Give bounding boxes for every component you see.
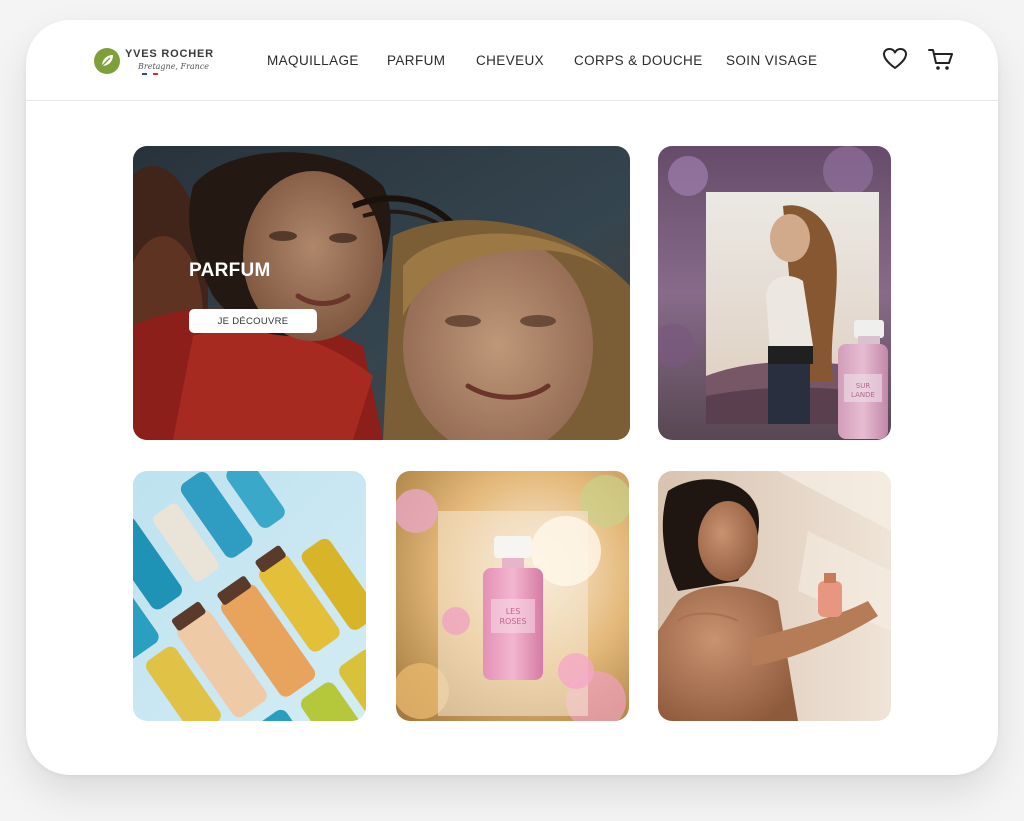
brand-tagline: Bretagne, France bbox=[138, 62, 210, 71]
site-header: YVES ROCHER Bretagne, France MAQUILLAGE … bbox=[26, 20, 998, 101]
woman-perfume-spray-photo bbox=[658, 471, 891, 721]
pink-perfume-bottle-photo: LES ROSES bbox=[396, 471, 629, 721]
cart-icon[interactable] bbox=[927, 45, 955, 73]
hero-couple-photo bbox=[133, 146, 630, 440]
shower-gel-bottles-photo bbox=[133, 471, 366, 721]
nav-item-corps-douche[interactable]: CORPS & DOUCHE bbox=[574, 53, 703, 68]
nav-item-soin-visage[interactable]: SOIN VISAGE bbox=[726, 53, 817, 68]
brand-logo[interactable]: YVES ROCHER Bretagne, France bbox=[94, 45, 214, 77]
discover-button[interactable]: JE DÉCOUVRE bbox=[189, 309, 317, 333]
woman-field-perfume-photo: SUR LANDE bbox=[658, 146, 891, 440]
browser-frame: YVES ROCHER Bretagne, France MAQUILLAGE … bbox=[26, 20, 998, 775]
hero-banner[interactable]: PARFUM JE DÉCOUVRE bbox=[133, 146, 630, 440]
hero-title: PARFUM bbox=[189, 260, 271, 281]
brand-name: YVES ROCHER bbox=[125, 48, 214, 60]
leaf-logo-icon bbox=[94, 48, 120, 74]
nav-item-cheveux[interactable]: CHEVEUX bbox=[476, 53, 544, 68]
flag-icon bbox=[142, 73, 158, 75]
perfume-tile-landscape[interactable]: SUR LANDE bbox=[658, 146, 891, 440]
svg-text:LES: LES bbox=[506, 607, 521, 616]
svg-text:ROSES: ROSES bbox=[499, 617, 526, 626]
nav-item-maquillage[interactable]: MAQUILLAGE bbox=[267, 53, 359, 68]
nav-item-parfum[interactable]: PARFUM bbox=[387, 53, 445, 68]
heart-icon[interactable] bbox=[881, 45, 909, 73]
rose-perfume-tile[interactable]: LES ROSES bbox=[396, 471, 629, 721]
woman-perfume-tile[interactable] bbox=[658, 471, 891, 721]
shower-gel-tile[interactable] bbox=[133, 471, 366, 721]
